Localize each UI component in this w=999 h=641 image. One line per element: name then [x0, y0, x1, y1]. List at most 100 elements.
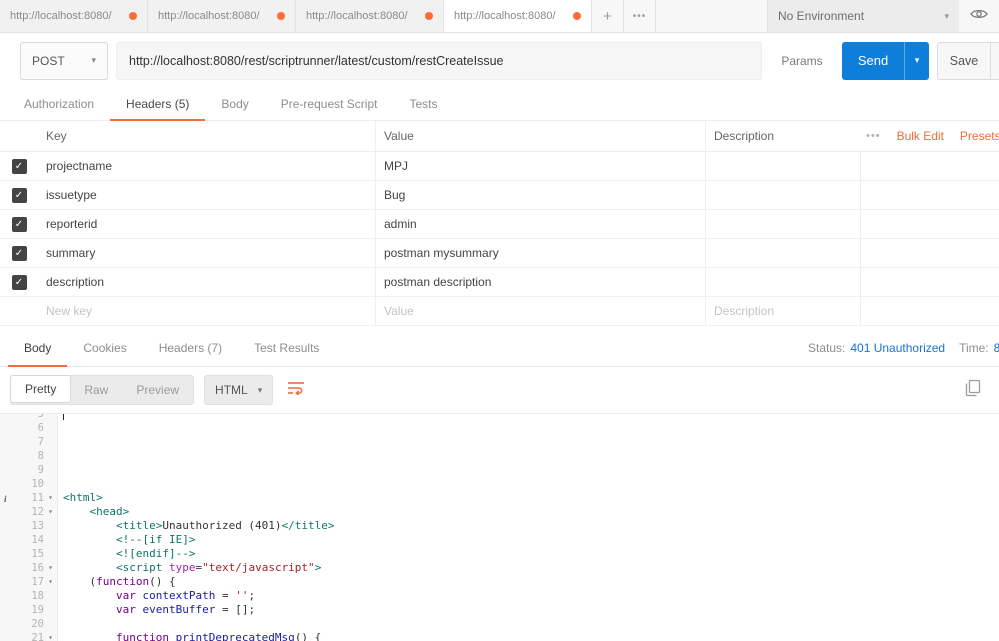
more-options-icon[interactable]: ••• [866, 130, 881, 142]
request-section-tabs: AuthorizationHeaders (5)BodyPre-request … [0, 88, 999, 121]
new-value-input[interactable]: Value [375, 297, 705, 325]
request-tab[interactable]: http://localhost:8080/ [296, 0, 444, 32]
row-checkbox-cell [0, 297, 38, 325]
view-mode-raw[interactable]: Raw [70, 376, 122, 404]
new-key-input[interactable]: New key [38, 297, 375, 325]
header-value-cell[interactable]: Bug [375, 181, 705, 209]
line-gutter: 7 [0, 435, 58, 449]
wrap-text-button[interactable] [287, 381, 305, 400]
line-gutter: 12▾ [0, 505, 58, 519]
format-select[interactable]: HTML ▾ [204, 375, 273, 405]
fold-arrow-icon[interactable]: ▾ [44, 575, 57, 589]
code-token [162, 561, 169, 574]
line-content[interactable] [58, 477, 63, 491]
tab-tests[interactable]: Tests [393, 88, 453, 121]
row-enabled-checkbox[interactable]: ✓ [12, 275, 27, 290]
header-description-cell[interactable] [705, 239, 860, 267]
response-body-viewer[interactable]: 5678910i11▾<html>12▾ <head>13 <title>Una… [0, 414, 999, 641]
save-button[interactable]: Save [938, 43, 990, 79]
line-content[interactable]: function printDeprecatedMsg() { [58, 631, 321, 641]
response-tab-cookies[interactable]: Cookies [67, 330, 142, 367]
code-token: Unauthorized (401) [162, 519, 281, 532]
response-tab-test-results[interactable]: Test Results [238, 330, 335, 367]
view-mode-pretty[interactable]: Pretty [10, 375, 71, 403]
line-content[interactable] [58, 449, 63, 463]
method-select[interactable]: POST ▾ [20, 42, 108, 80]
line-content[interactable] [58, 617, 63, 631]
tab-body[interactable]: Body [205, 88, 264, 121]
tab-overflow-menu-button[interactable]: ••• [624, 0, 656, 32]
header-key-cell[interactable]: issuetype [38, 181, 375, 209]
environment-select[interactable]: No Environment ▾ [767, 0, 959, 32]
header-key-cell[interactable]: summary [38, 239, 375, 267]
row-enabled-checkbox[interactable]: ✓ [12, 217, 27, 232]
tab-pre-request-script[interactable]: Pre-request Script [265, 88, 394, 121]
presets-button[interactable]: Presets [960, 129, 999, 143]
request-tab[interactable]: http://localhost:8080/ [148, 0, 296, 32]
code-line: 14 <!--[if IE]> [0, 533, 999, 547]
header-value-cell[interactable]: MPJ [375, 152, 705, 180]
line-number: 15 [31, 547, 44, 561]
header-value-cell[interactable]: postman mysummary [375, 239, 705, 267]
request-tab[interactable]: http://localhost:8080/ [444, 0, 592, 32]
line-content[interactable]: (function() { [58, 575, 176, 589]
send-button[interactable]: Send [842, 42, 904, 80]
response-tab-body[interactable]: Body [8, 330, 67, 367]
fold-arrow-icon[interactable]: ▾ [44, 561, 57, 575]
line-content[interactable] [58, 421, 63, 435]
line-content[interactable]: <head> [58, 505, 129, 519]
top-tab-bar: http://localhost:8080/http://localhost:8… [0, 0, 999, 33]
fold-arrow-icon[interactable]: ▾ [44, 491, 57, 505]
tab-title: http://localhost:8080/ [306, 10, 419, 22]
row-enabled-checkbox[interactable]: ✓ [12, 188, 27, 203]
line-gutter: 14 [0, 533, 58, 547]
code-token: function [116, 631, 169, 641]
header-description-cell[interactable] [705, 268, 860, 296]
time-label: Time: [959, 341, 989, 355]
header-value-cell[interactable]: admin [375, 210, 705, 238]
request-tab[interactable]: http://localhost:8080/ [0, 0, 148, 32]
time-value: 88 [994, 341, 999, 355]
header-description-cell[interactable] [705, 210, 860, 238]
url-input[interactable] [116, 42, 762, 80]
header-description-cell[interactable] [705, 152, 860, 180]
send-options-button[interactable]: ▾ [904, 42, 929, 80]
fold-arrow-icon[interactable]: ▾ [44, 631, 57, 641]
row-enabled-checkbox[interactable]: ✓ [12, 159, 27, 174]
header-key-cell[interactable]: description [38, 268, 375, 296]
header-key-cell[interactable]: projectname [38, 152, 375, 180]
line-content[interactable]: <!--[if IE]> [58, 533, 195, 547]
info-icon: i [4, 492, 7, 506]
code-line: 5 [0, 414, 999, 421]
response-tab-headers-7[interactable]: Headers (7) [143, 330, 238, 367]
line-content[interactable] [58, 463, 63, 477]
row-enabled-checkbox[interactable]: ✓ [12, 246, 27, 261]
params-button[interactable]: Params [762, 54, 842, 68]
bulk-edit-button[interactable]: Bulk Edit [897, 129, 944, 143]
line-content[interactable]: <title>Unauthorized (401)</title> [58, 519, 335, 533]
tab-authorization[interactable]: Authorization [8, 88, 110, 121]
line-content[interactable]: var contextPath = ''; [58, 589, 255, 603]
format-selected-label: HTML [215, 383, 248, 397]
line-content[interactable]: <![endif]--> [58, 547, 195, 561]
line-content[interactable]: var eventBuffer = []; [58, 603, 255, 617]
new-tab-button[interactable]: + [592, 0, 624, 32]
header-description-cell[interactable] [705, 181, 860, 209]
environment-preview-button[interactable] [959, 0, 999, 32]
line-content[interactable]: <html> [58, 491, 103, 505]
fold-arrow-icon[interactable]: ▾ [44, 505, 57, 519]
new-description-input[interactable]: Description [705, 297, 860, 325]
table-row: ✓ projectnameMPJ [0, 152, 999, 181]
line-content[interactable] [58, 435, 63, 449]
copy-response-button[interactable] [965, 379, 981, 402]
line-content[interactable]: <script type="text/javascript"> [58, 561, 321, 575]
header-key-cell[interactable]: reporterid [38, 210, 375, 238]
table-row: ✓ issuetypeBug [0, 181, 999, 210]
header-value-cell[interactable]: postman description [375, 268, 705, 296]
line-content[interactable] [58, 414, 64, 421]
view-mode-preview[interactable]: Preview [122, 376, 193, 404]
code-token [63, 533, 116, 546]
request-builder: POST ▾ Params Send ▾ Save ▾ [0, 33, 999, 88]
tab-headers-5[interactable]: Headers (5) [110, 88, 205, 121]
save-options-button[interactable]: ▾ [990, 43, 999, 79]
